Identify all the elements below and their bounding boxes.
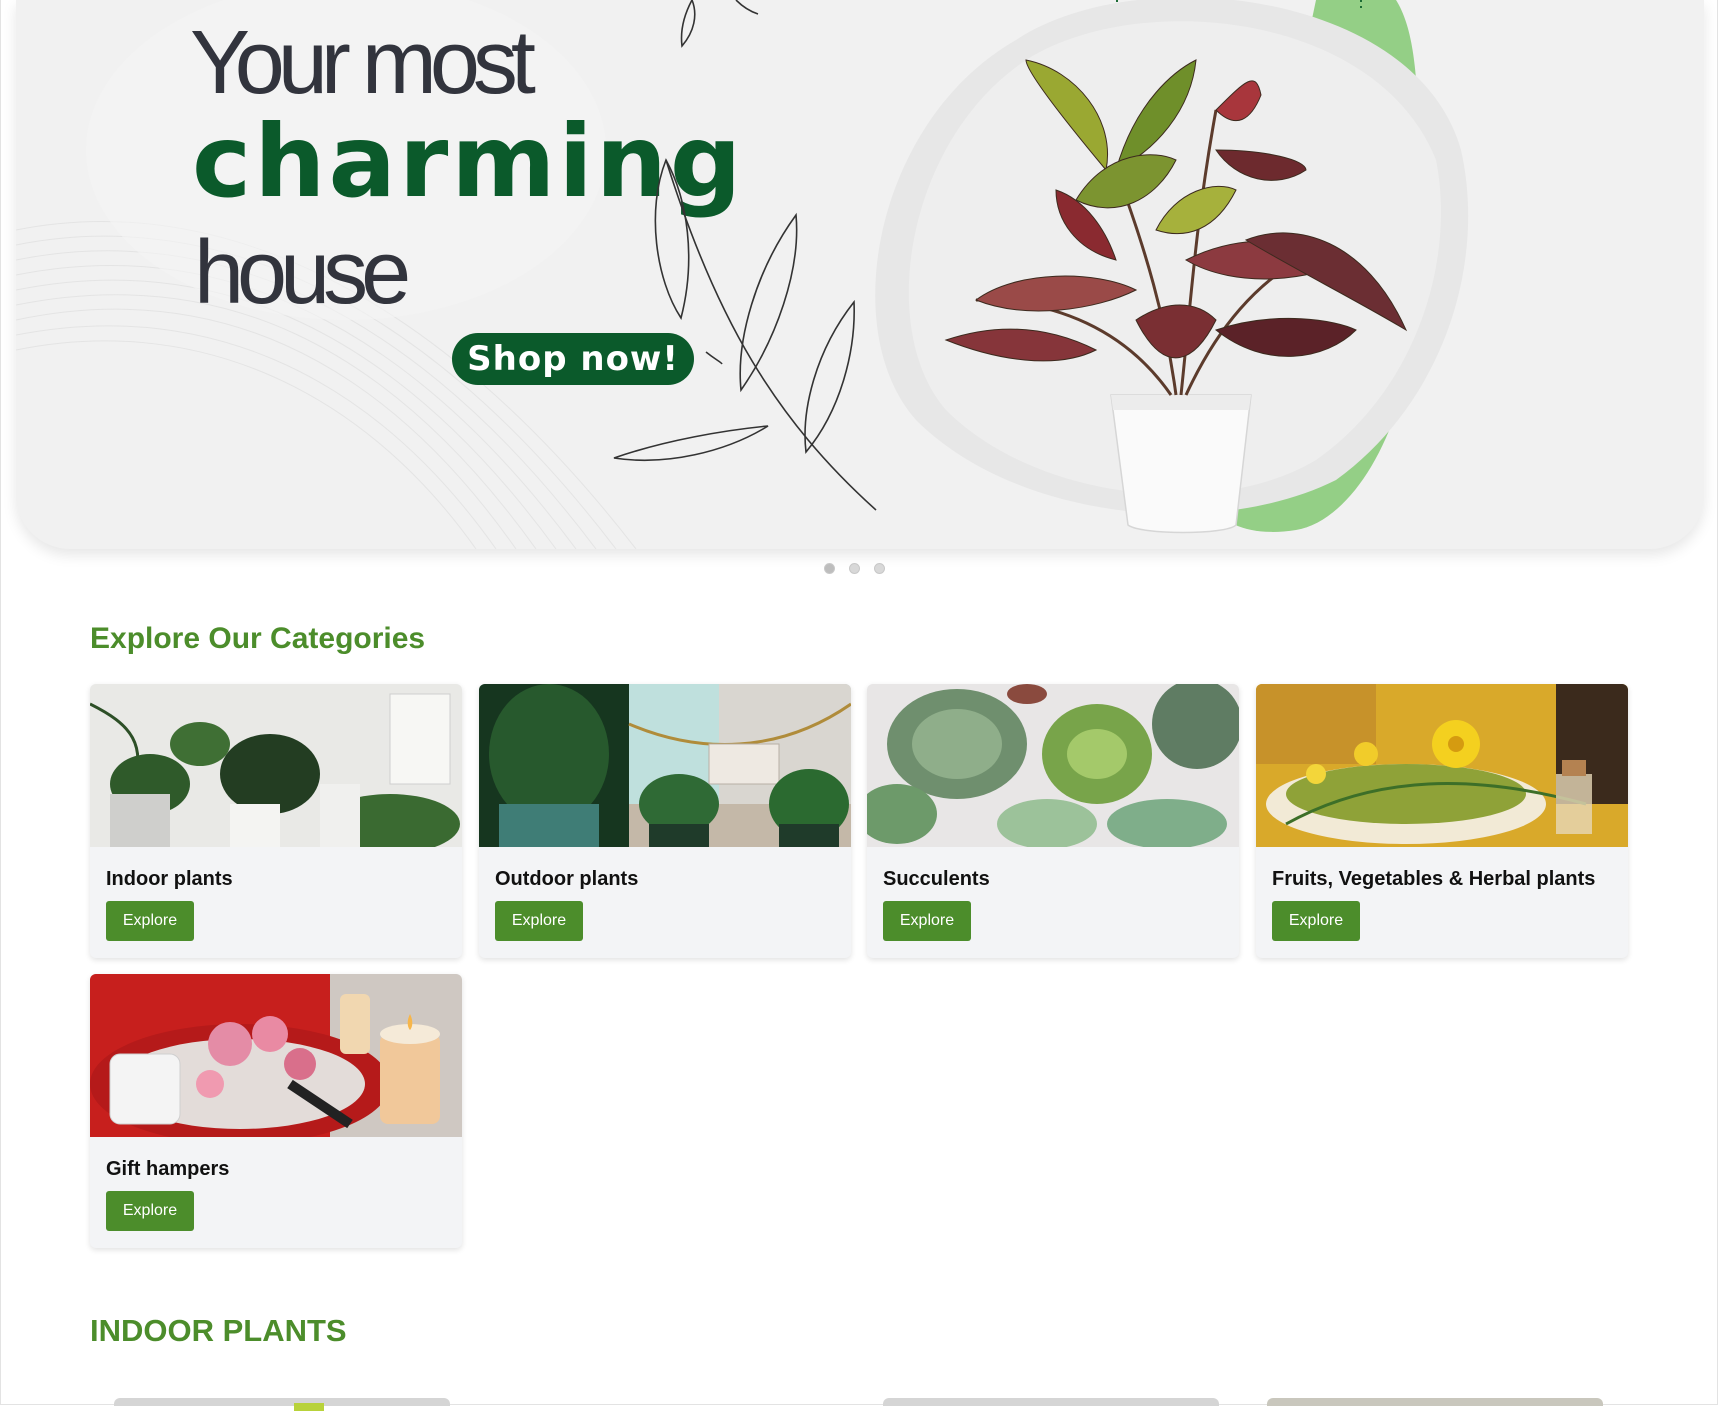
carousel-dot-3[interactable]: [874, 563, 885, 574]
carousel-dot-1[interactable]: [824, 563, 835, 574]
hero-illustration: [613, 0, 1469, 534]
category-card-succulents[interactable]: Succulents Explore: [867, 684, 1239, 958]
category-label-succulents: Succulents: [883, 868, 990, 890]
product-card-peek-3[interactable]: [1267, 1398, 1603, 1406]
explore-gift-hampers-button[interactable]: Explore: [106, 1191, 194, 1231]
category-card-outdoor[interactable]: Outdoor plants Explore: [479, 684, 851, 958]
succulents-image: [867, 684, 1239, 847]
plant-pot-shape: [1110, 394, 1252, 534]
carousel-indicators: [824, 563, 885, 574]
explore-outdoor-button[interactable]: Explore: [495, 901, 583, 941]
explore-indoor-button[interactable]: Explore: [106, 901, 194, 941]
shop-now-button[interactable]: Shop now!: [452, 333, 694, 385]
leaf-branch-icon: [613, 0, 877, 511]
category-card-gift-hampers[interactable]: Gift hampers Explore: [90, 974, 462, 1248]
explore-succulents-button[interactable]: Explore: [883, 901, 971, 941]
carousel-dot-2[interactable]: [849, 563, 860, 574]
category-label-fruits-veg-herbal: Fruits, Vegetables & Herbal plants: [1272, 868, 1596, 890]
product-image-peek: [294, 1403, 324, 1411]
category-card-fruits-veg-herbal[interactable]: Fruits, Vegetables & Herbal plants Explo…: [1256, 684, 1628, 958]
categories-heading: Explore Our Categories: [90, 622, 426, 655]
category-label-outdoor: Outdoor plants: [495, 868, 639, 890]
product-card-peek-2[interactable]: [883, 1398, 1219, 1406]
fruits-vegetables-herbal-image: [1256, 684, 1628, 847]
category-label-gift-hampers: Gift hampers: [106, 1158, 230, 1180]
outdoor-plants-image: [479, 684, 851, 847]
product-card-peek-1[interactable]: [114, 1398, 450, 1411]
category-label-indoor: Indoor plants: [106, 868, 233, 890]
hero-banner: Your most charming house Shop now!: [16, 0, 1704, 549]
category-card-indoor[interactable]: Indoor plants Explore: [90, 684, 462, 958]
gift-hampers-image: [90, 974, 462, 1137]
explore-fruits-veg-herbal-button[interactable]: Explore: [1272, 901, 1360, 941]
indoor-plants-heading: INDOOR PLANTS: [90, 1313, 347, 1348]
indoor-plants-image: [90, 684, 462, 847]
